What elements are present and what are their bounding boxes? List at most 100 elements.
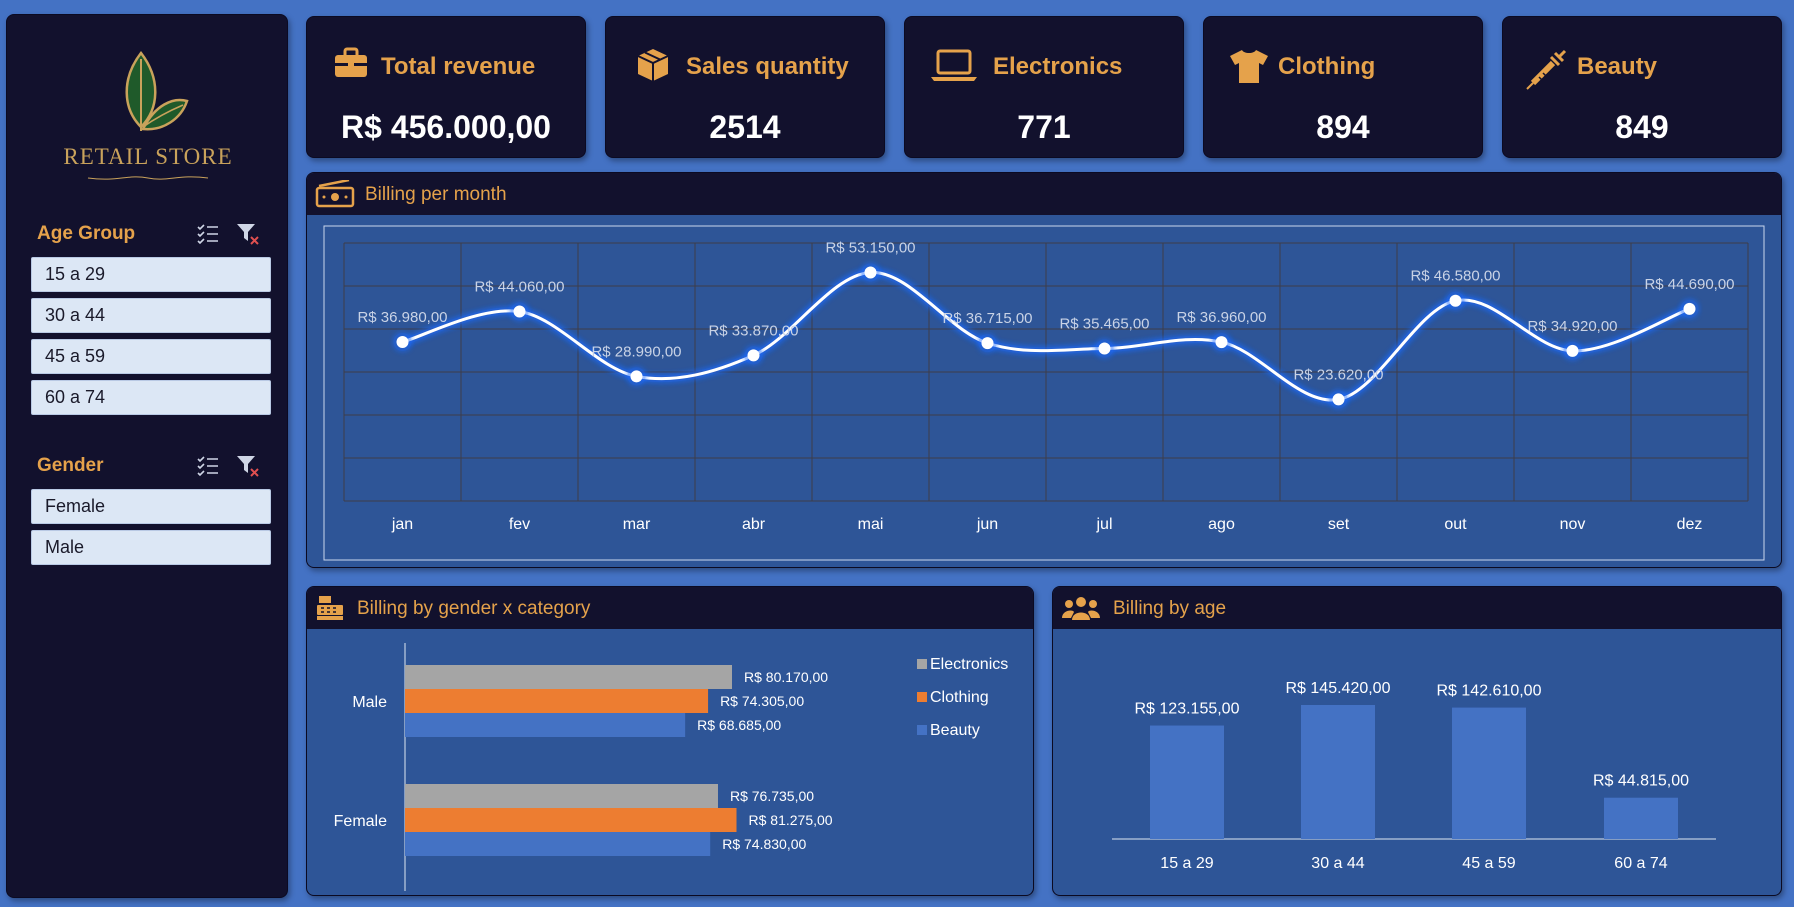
laptop-icon [931, 49, 977, 81]
billing-by-age-panel: Billing by age R$ 123.155,00 15 a 29 R$ 14… [1052, 586, 1782, 896]
legend-swatch [917, 725, 927, 735]
age-group-slicer: Age Group 15 a 29 30 a 44 45 a 59 60 a 74 [31, 215, 271, 415]
bar [405, 713, 686, 737]
leaf-logo-icon [125, 50, 189, 131]
age-group-option[interactable]: 60 a 74 [31, 380, 271, 415]
kpi-title: Sales quantity [686, 53, 849, 80]
briefcase-icon [335, 47, 367, 77]
x-tick-label: mar [623, 516, 651, 533]
data-label: R$ 68.685,00 [697, 717, 781, 733]
data-label: R$ 23.620,00 [1293, 366, 1383, 383]
data-label: R$ 145.420,00 [1286, 680, 1391, 697]
age-group-option[interactable]: 30 a 44 [31, 298, 271, 333]
kpi-title: Electronics [993, 53, 1123, 80]
data-point [1215, 336, 1228, 349]
data-label: R$ 35.465,00 [1059, 316, 1149, 333]
gender-option[interactable]: Female [31, 489, 271, 524]
age-group-option[interactable]: 15 a 29 [31, 257, 271, 292]
filter-sidebar: RETAIL STORE Age Group 15 a 29 30 a 44 45 … [6, 14, 288, 898]
category-label: Male [352, 694, 387, 711]
age-bar-chart: R$ 123.155,00 15 a 29 R$ 145.420,00 30 a 44… [1112, 680, 1716, 872]
x-tick-label: jan [391, 516, 413, 533]
data-label: R$ 33.870,00 [708, 322, 798, 339]
data-label: R$ 36.980,00 [357, 309, 447, 326]
kpi-title: Beauty [1577, 53, 1658, 80]
data-label: R$ 74.830,00 [722, 836, 806, 852]
data-point [513, 305, 526, 318]
legend-label: Beauty [930, 722, 980, 739]
data-label: R$ 44.690,00 [1644, 276, 1734, 293]
x-tick-label: dez [1677, 516, 1703, 533]
data-label: R$ 53.150,00 [825, 239, 915, 256]
chart-header: Billing by gender x category [307, 587, 1033, 629]
data-label: R$ 74.305,00 [720, 693, 804, 709]
data-label: R$ 46.580,00 [1410, 268, 1500, 285]
plot-frame [323, 225, 1765, 561]
bar [1150, 725, 1224, 839]
data-point [981, 337, 994, 350]
data-label: R$ 81.275,00 [749, 812, 833, 828]
x-tick-label: nov [1560, 516, 1586, 533]
x-tick-label: 30 a 44 [1311, 855, 1364, 872]
kpi-title: Clothing [1278, 53, 1376, 80]
x-tick-label: ago [1208, 516, 1235, 533]
legend-label: Clothing [930, 689, 989, 706]
chart-title: Billing per month [365, 184, 507, 205]
x-tick-label: 15 a 29 [1160, 855, 1213, 872]
chart-title: Billing by age [1113, 598, 1227, 619]
x-tick-label: 60 a 74 [1614, 855, 1667, 872]
chart-title: Billing by gender x category [357, 598, 591, 619]
brand-logo: RETAIL STORE [7, 39, 289, 188]
data-point [864, 266, 877, 279]
data-point [1332, 393, 1345, 406]
data-label: R$ 34.920,00 [1527, 318, 1617, 335]
data-point [396, 335, 409, 348]
data-label: R$ 44.060,00 [474, 279, 564, 296]
money-icon [315, 180, 355, 208]
data-label: R$ 123.155,00 [1135, 701, 1240, 718]
kpi-electronics: Electronics 771 [904, 16, 1184, 158]
data-point [1098, 342, 1111, 355]
data-label: R$ 142.610,00 [1437, 683, 1542, 700]
bar [1604, 797, 1678, 839]
x-tick-label: 45 a 59 [1462, 855, 1515, 872]
data-label: R$ 28.990,00 [591, 343, 681, 360]
data-point [1449, 294, 1462, 307]
chart-header: Billing per month [307, 173, 1781, 215]
data-label: R$ 44.815,00 [1593, 773, 1689, 790]
cash-register-icon [317, 596, 343, 620]
multi-select-icon[interactable] [195, 453, 221, 479]
logo-flourish [87, 176, 209, 180]
legend-swatch [917, 692, 927, 702]
bar [405, 808, 737, 832]
syringe-icon [1526, 49, 1567, 90]
shirt-icon [1230, 50, 1268, 83]
x-tick-label: jul [1095, 516, 1112, 533]
bar [405, 689, 709, 713]
x-tick-label: jun [976, 516, 998, 533]
kpi-title: Total revenue [381, 53, 536, 80]
x-tick-label: mai [858, 516, 884, 533]
data-label: R$ 36.960,00 [1176, 309, 1266, 326]
data-point [747, 349, 760, 362]
x-tick-label: abr [742, 516, 766, 533]
age-group-option[interactable]: 45 a 59 [31, 339, 271, 374]
kpi-beauty: Beauty 849 [1502, 16, 1782, 158]
box-icon [637, 49, 669, 81]
data-point [630, 370, 643, 383]
gender-slicer: Gender Female Male [31, 447, 271, 565]
kpi-total-revenue: Total revenue R$ 456.000,00 [306, 16, 586, 158]
brand-name: RETAIL STORE [63, 144, 233, 169]
x-tick-label: set [1328, 516, 1350, 533]
x-tick-label: fev [509, 516, 530, 533]
kpi-sales-quantity: Sales quantity 2514 [605, 16, 885, 158]
clear-filter-icon[interactable] [235, 221, 261, 247]
data-label: R$ 76.735,00 [730, 788, 814, 804]
multi-select-icon[interactable] [195, 221, 221, 247]
clear-filter-icon[interactable] [235, 453, 261, 479]
gender-title: Gender [37, 455, 104, 476]
kpi-value: 894 [1316, 109, 1370, 145]
bar [405, 784, 718, 808]
gender-option[interactable]: Male [31, 530, 271, 565]
users-icon [1062, 597, 1100, 620]
